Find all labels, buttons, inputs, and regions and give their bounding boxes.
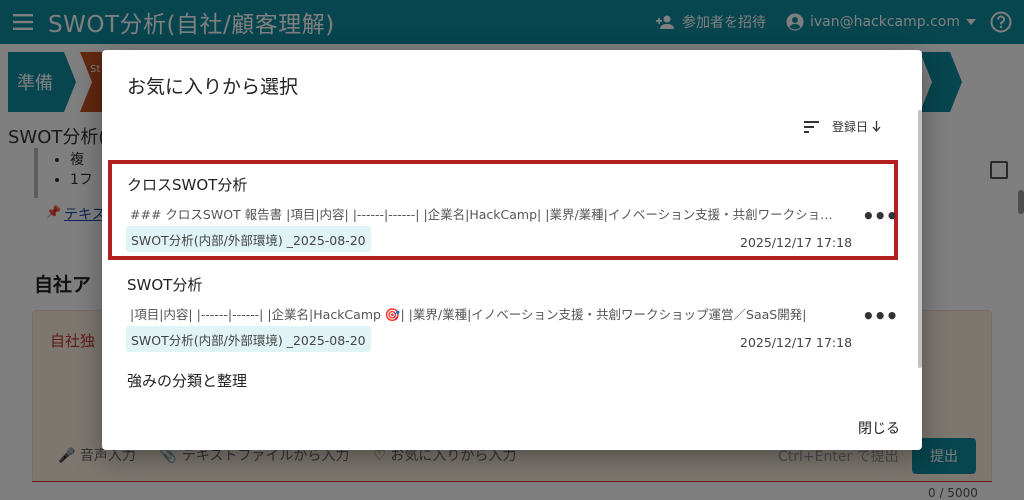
more-options-icon[interactable]: ••• [862,204,898,228]
list-item[interactable]: 強みの分類と整理 [102,360,916,400]
sort-label: 登録日 [832,120,869,134]
item-tag: SWOT分析(内部/外部環境) _2025-08-20 [126,226,371,252]
arrow-down-icon [872,121,881,132]
dialog-scrollbar[interactable] [918,110,922,368]
list-item[interactable]: クロスSWOT分析 ### クロスSWOT 報告書 |項目|内容| |-----… [108,160,898,260]
item-tag: SWOT分析(内部/外部環境) _2025-08-20 [126,326,371,352]
list-item[interactable]: SWOT分析 |項目|内容| |------|------| |企業名|Hack… [102,260,916,360]
item-date: 2025/12/17 17:18 [740,335,853,350]
item-title: 強みの分類と整理 [127,372,248,390]
favorites-dialog: お気に入りから選択 登録日 クロスSWOT分析 ### クロスSWOT 報告書 … [102,50,922,450]
dialog-title: お気に入りから選択 [127,76,299,98]
close-button[interactable]: 閉じる [858,414,900,442]
more-options-icon[interactable]: ••• [862,304,898,328]
item-title: SWOT分析 [127,276,203,294]
favorites-list: クロスSWOT分析 ### クロスSWOT 報告書 |項目|内容| |-----… [102,160,916,400]
item-preview: |項目|内容| |------|------| |企業名|HackCamp 🎯|… [130,307,807,322]
item-date: 2025/12/17 17:18 [740,235,853,250]
sort-control[interactable]: 登録日 [804,118,881,135]
item-title: クロスSWOT分析 [127,176,248,194]
sort-icon [804,120,819,133]
item-preview: ### クロスSWOT 報告書 |項目|内容| |------|------| … [130,207,842,222]
